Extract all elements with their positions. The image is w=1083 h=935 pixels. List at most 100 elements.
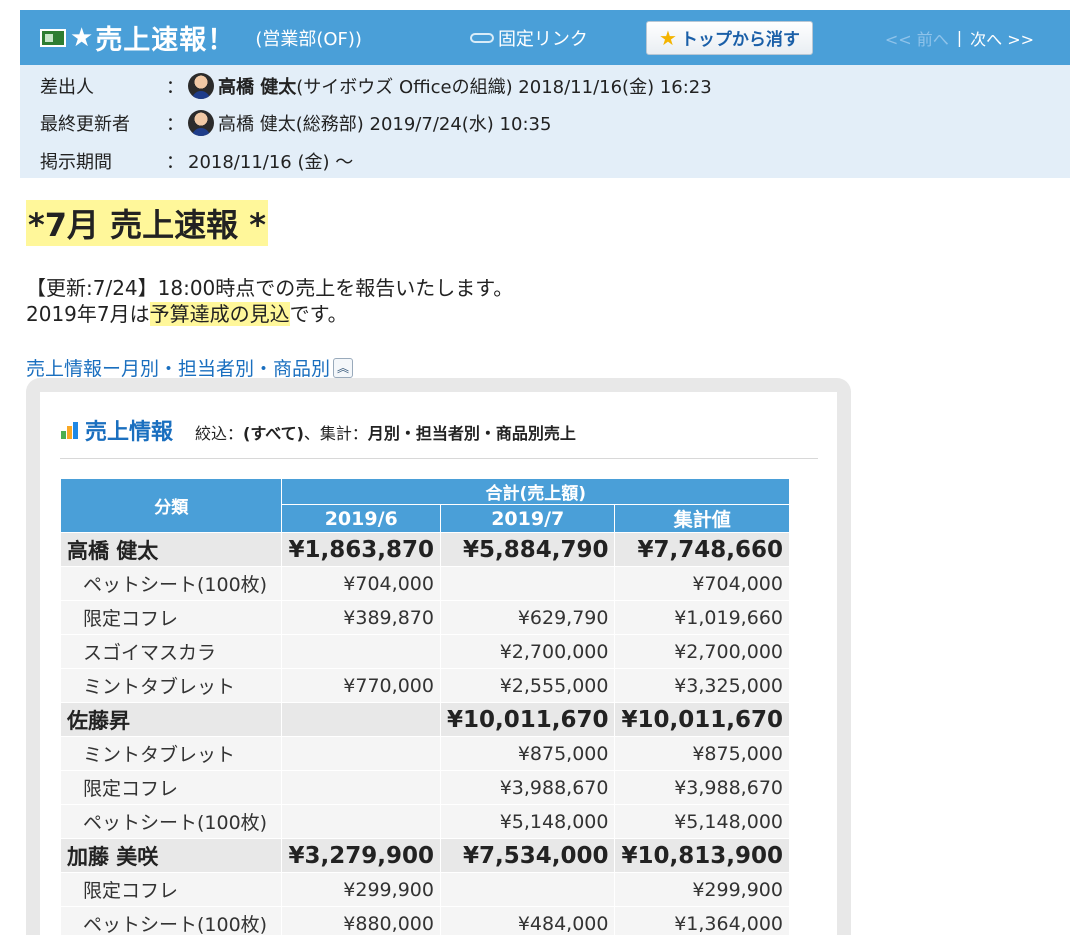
person-name: 加藤 美咲 <box>59 838 283 873</box>
value-total: ¥1,019,660 <box>614 600 790 635</box>
filter-summary: 絞込：(すべて)、集計：月別・担当者別・商品別売上 <box>195 420 576 444</box>
period-label: 掲示期間 <box>40 152 112 173</box>
product-row: ペットシート(100枚) ¥704,000 ¥704,000 <box>59 566 790 601</box>
product-name: 限定コフレ <box>59 770 283 805</box>
value-june <box>281 702 441 737</box>
sales-table: 分類 合計(売上額) 2019/6 2019/7 集計値 高橋 健太 ¥1,863… <box>59 478 790 935</box>
aggregate-label: 、集計： <box>303 424 368 443</box>
value-june <box>281 736 441 771</box>
value-july: ¥5,148,000 <box>439 804 616 839</box>
remove-from-top-button[interactable]: ★ トップから消す <box>645 20 813 55</box>
updater-row: 最終更新者 ： 高橋 健太(総務部) 2019/7/24(水) 10:35 <box>40 110 551 136</box>
product-name: ペットシート(100枚) <box>59 566 283 601</box>
divider <box>60 458 818 459</box>
aggregate-value: 月別・担当者別・商品別売上 <box>367 424 576 443</box>
value-june: ¥1,863,870 <box>281 532 441 567</box>
value-july: ¥2,700,000 <box>439 634 616 669</box>
value-june <box>281 804 441 839</box>
prev-link: << 前へ <box>884 29 949 49</box>
colon: ： <box>166 77 184 98</box>
product-name: ペットシート(100枚) <box>59 906 283 935</box>
product-row: ペットシート(100枚) ¥5,148,000 ¥5,148,000 <box>59 804 790 839</box>
value-june: ¥770,000 <box>281 668 441 703</box>
chevron-up-icon: ︽ <box>337 361 350 375</box>
permalink-link[interactable]: 固定リンク <box>498 25 588 51</box>
product-name: ペットシート(100枚) <box>59 804 283 839</box>
collapse-button[interactable]: ︽ <box>333 357 354 378</box>
status-suffix: です。 <box>289 302 348 326</box>
panel-title-text[interactable]: 売上情報 <box>85 414 173 446</box>
value-july <box>439 872 616 907</box>
value-total: ¥10,011,670 <box>614 702 790 737</box>
value-total: ¥3,325,000 <box>614 668 790 703</box>
nav-separator: | <box>956 28 963 47</box>
period-row: 掲示期間 ： 2018/11/16 (金) 〜 <box>40 148 353 174</box>
board-header: ★ 売上速報！ (営業部(OF)) 固定リンク ★ トップから消す << 前へ … <box>20 10 1070 65</box>
value-total: ¥299,900 <box>614 872 790 907</box>
remove-from-top-label: トップから消す <box>680 30 800 50</box>
filter-label: 絞込： <box>195 424 244 443</box>
value-total: ¥7,748,660 <box>614 532 790 567</box>
colon: ： <box>166 152 184 173</box>
value-total: ¥1,364,000 <box>614 906 790 935</box>
updater-detail: 高橋 健太(総務部) 2019/7/24(水) 10:35 <box>218 114 552 135</box>
product-row: ミントタブレット ¥770,000 ¥2,555,000 ¥3,325,000 <box>59 668 790 703</box>
value-july: ¥10,011,670 <box>439 702 616 737</box>
sales-panel: 売上情報 絞込：(すべて)、集計：月別・担当者別・商品別売上 分類 合計(売上額… <box>26 378 851 935</box>
sender-row: 差出人 ： 高橋 健太 (サイボウズ Officeの組織) 2018/11/16… <box>40 73 712 99</box>
value-total: ¥2,700,000 <box>614 634 790 669</box>
column-header-total: 集計値 <box>614 504 790 533</box>
status-prefix: 2019年7月は <box>26 302 150 326</box>
value-july: ¥629,790 <box>439 600 616 635</box>
column-header-july: 2019/7 <box>439 504 616 533</box>
avatar <box>188 73 214 99</box>
star-icon: ★ <box>658 25 677 50</box>
column-header-june: 2019/6 <box>281 504 441 533</box>
value-june <box>281 634 441 669</box>
update-line: 【更新:7/24】18:00時点での売上を報告いたします。 <box>26 276 514 300</box>
value-july: ¥7,534,000 <box>439 838 616 873</box>
value-july: ¥484,000 <box>439 906 616 935</box>
value-total: ¥704,000 <box>614 566 790 601</box>
person-name: 高橋 健太 <box>59 532 283 567</box>
value-june <box>281 770 441 805</box>
sales-section-header: 売上情報ー月別・担当者別・商品別 ︽ <box>26 354 354 381</box>
product-row: スゴイマスカラ ¥2,700,000 ¥2,700,000 <box>59 634 790 669</box>
avatar <box>188 110 214 136</box>
total-sales-header: 合計(売上額) <box>281 478 790 505</box>
product-row: 限定コフレ ¥3,988,670 ¥3,988,670 <box>59 770 790 805</box>
status-highlight: 予算達成の見込 <box>149 302 290 326</box>
chain-link-icon[interactable] <box>469 32 494 43</box>
status-line: 2019年7月は予算達成の見込です。 <box>26 298 348 327</box>
bar-chart-icon <box>60 421 82 439</box>
value-july: ¥875,000 <box>439 736 616 771</box>
headline: *7月 売上速報 * <box>26 200 269 246</box>
period-value: 2018/11/16 (金) 〜 <box>188 152 354 173</box>
person-row: 加藤 美咲 ¥3,279,900 ¥7,534,000 ¥10,813,900 <box>59 838 790 873</box>
value-july: ¥3,988,670 <box>439 770 616 805</box>
filter-value: (すべて) <box>243 424 304 443</box>
product-name: ミントタブレット <box>59 668 283 703</box>
post-department: (営業部(OF)) <box>255 28 362 50</box>
value-june: ¥389,870 <box>281 600 441 635</box>
product-row: 限定コフレ ¥299,900 ¥299,900 <box>59 872 790 907</box>
person-row: 佐藤昇 ¥10,011,670 ¥10,011,670 <box>59 702 790 737</box>
person-name: 佐藤昇 <box>59 702 283 737</box>
sender-name[interactable]: 高橋 健太 <box>218 73 296 99</box>
post-title: 売上速報！ <box>95 25 236 56</box>
value-june: ¥880,000 <box>281 906 441 935</box>
value-june: ¥704,000 <box>281 566 441 601</box>
value-july: ¥5,884,790 <box>439 532 616 567</box>
person-row: 高橋 健太 ¥1,863,870 ¥5,884,790 ¥7,748,660 <box>59 532 790 567</box>
value-july <box>439 566 616 601</box>
category-header: 分類 <box>59 478 283 533</box>
value-total: ¥5,148,000 <box>614 804 790 839</box>
panel-title: 売上情報 絞込：(すべて)、集計：月別・担当者別・商品別売上 <box>60 414 576 446</box>
sales-section-link[interactable]: 売上情報ー月別・担当者別・商品別 <box>26 354 330 381</box>
updater-label: 最終更新者 <box>40 114 130 135</box>
next-link[interactable]: 次へ >> <box>970 26 1034 50</box>
star-mark: ★ <box>70 22 94 53</box>
product-name: スゴイマスカラ <box>59 634 283 669</box>
value-june: ¥3,279,900 <box>281 838 441 873</box>
product-name: ミントタブレット <box>59 736 283 771</box>
